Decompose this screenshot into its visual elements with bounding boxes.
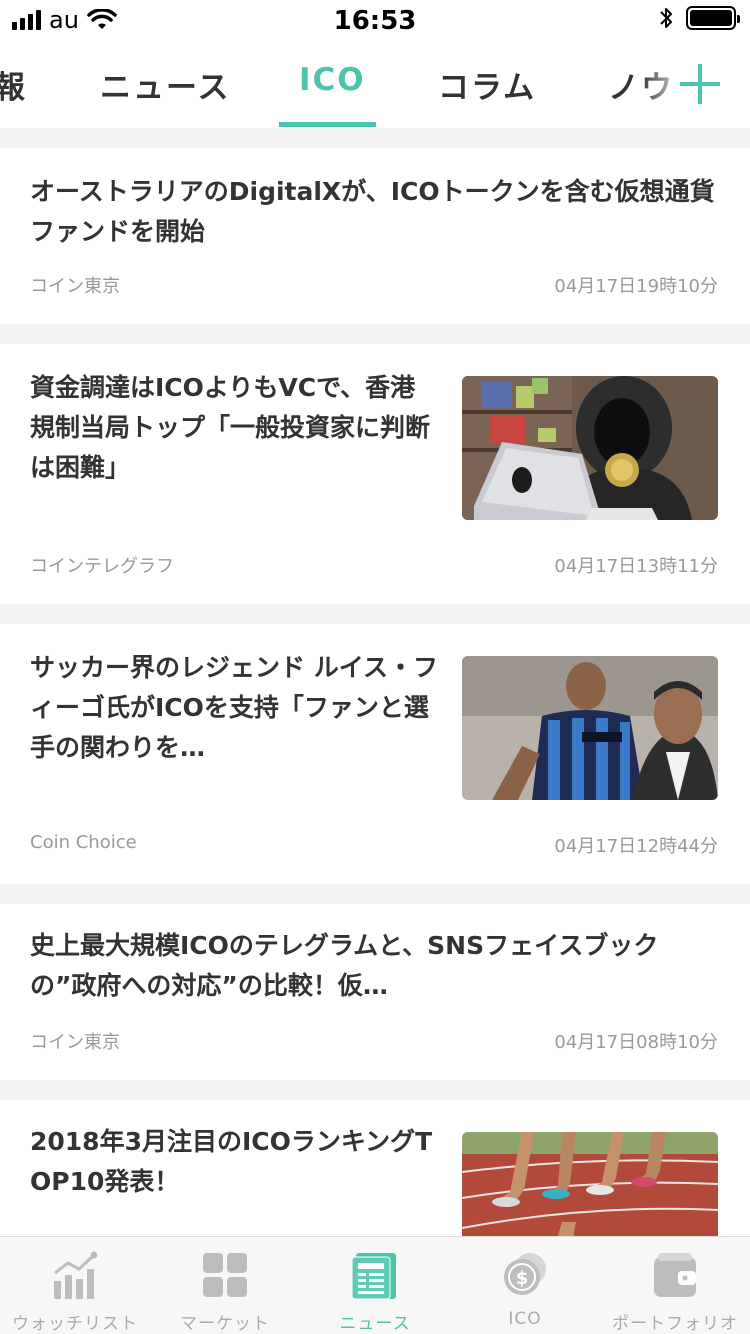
list-item[interactable]: 2018年3月注目のICOランキングTOP10発表！ <box>0 1100 750 1236</box>
article-source: コイン東京 <box>30 276 120 297</box>
list-item[interactable]: サッカー界のレジェンド ルイス・フィーゴ氏がICOを支持「ファンと選手の関わりを… <box>0 624 750 884</box>
article-date: 04月17日08時10分 <box>554 1032 718 1053</box>
article-title: オーストラリアのDigitalXが、ICOトークンを含む仮想通貨ファンドを開始 <box>30 177 715 246</box>
running-track-photo <box>462 1132 718 1236</box>
battery-icon <box>686 6 740 30</box>
article-thumbnail <box>462 656 718 800</box>
article-thumbnail <box>462 1132 718 1236</box>
list-item[interactable]: オーストラリアのDigitalXが、ICOトークンを含む仮想通貨ファンドを開始 … <box>0 148 750 324</box>
article-title: 史上最大規模ICOのテレグラムと、SNSフェイスブックの”政府への対応”の比較！… <box>30 931 659 1000</box>
nav-watchlist[interactable]: ウォッチリスト <box>0 1237 150 1334</box>
list-item[interactable]: 史上最大規模ICOのテレグラムと、SNSフェイスブックの”政府への対応”の比較！… <box>0 904 750 1080</box>
list-item[interactable]: 資金調達はICOよりもVCで、香港規制当局トップ「一般投資家に判断は困難」 コイ… <box>0 344 750 604</box>
bottom-tab-bar: ウォッチリスト マーケット ニュース $ ICO ポートフォリオ <box>0 1236 750 1334</box>
bluetooth-icon <box>660 8 672 28</box>
article-date: 04月17日19時10分 <box>554 276 718 297</box>
nav-portfolio[interactable]: ポートフォリオ <box>600 1237 750 1334</box>
add-tab-icon[interactable] <box>680 64 720 104</box>
article-title: サッカー界のレジェンド ルイス・フィーゴ氏がICOを支持「ファンと選手の関わりを… <box>30 653 438 762</box>
article-thumbnail <box>462 376 718 520</box>
status-bar: au 16:53 <box>0 0 750 40</box>
wallet-icon <box>654 1253 696 1297</box>
football-player-photo <box>462 656 718 800</box>
article-source: コイン東京 <box>30 1032 120 1053</box>
article-source: コインテレグラフ <box>30 556 174 577</box>
category-tab-bar: 報 ニュース ICO コラム ノウ <box>0 40 750 128</box>
nav-label: ニュース <box>339 1314 411 1334</box>
nav-label: ポートフォリオ <box>612 1314 738 1334</box>
article-source: Coin Choice <box>30 832 137 853</box>
coins-icon: $ <box>504 1253 546 1295</box>
nav-market[interactable]: マーケット <box>150 1237 300 1334</box>
nav-label: ICO <box>508 1309 542 1329</box>
clock: 16:53 <box>333 6 417 36</box>
nav-news[interactable]: ニュース <box>300 1237 450 1334</box>
article-date: 04月17日12時44分 <box>554 836 718 857</box>
tab-column[interactable]: コラム <box>438 62 536 107</box>
grid-icon <box>203 1253 247 1297</box>
article-title: 資金調達はICOよりもVCで、香港規制当局トップ「一般投資家に判断は困難」 <box>30 373 431 482</box>
hooded-hacker-illustration <box>462 376 718 520</box>
nav-label: ウォッチリスト <box>12 1314 138 1334</box>
tab-news[interactable]: ニュース <box>100 62 230 107</box>
svg-text:$: $ <box>516 1268 529 1289</box>
article-date: 04月17日13時11分 <box>554 556 718 577</box>
tab-ico[interactable]: ICO <box>299 62 366 98</box>
status-right <box>658 6 740 30</box>
newspaper-icon <box>352 1253 396 1300</box>
article-title: 2018年3月注目のICOランキングTOP10発表！ <box>30 1127 433 1196</box>
nav-ico[interactable]: $ ICO <box>450 1237 600 1334</box>
active-tab-indicator <box>279 122 376 127</box>
chart-icon <box>54 1251 98 1299</box>
tab-info[interactable]: 報 <box>0 62 27 107</box>
nav-label: マーケット <box>180 1314 270 1334</box>
